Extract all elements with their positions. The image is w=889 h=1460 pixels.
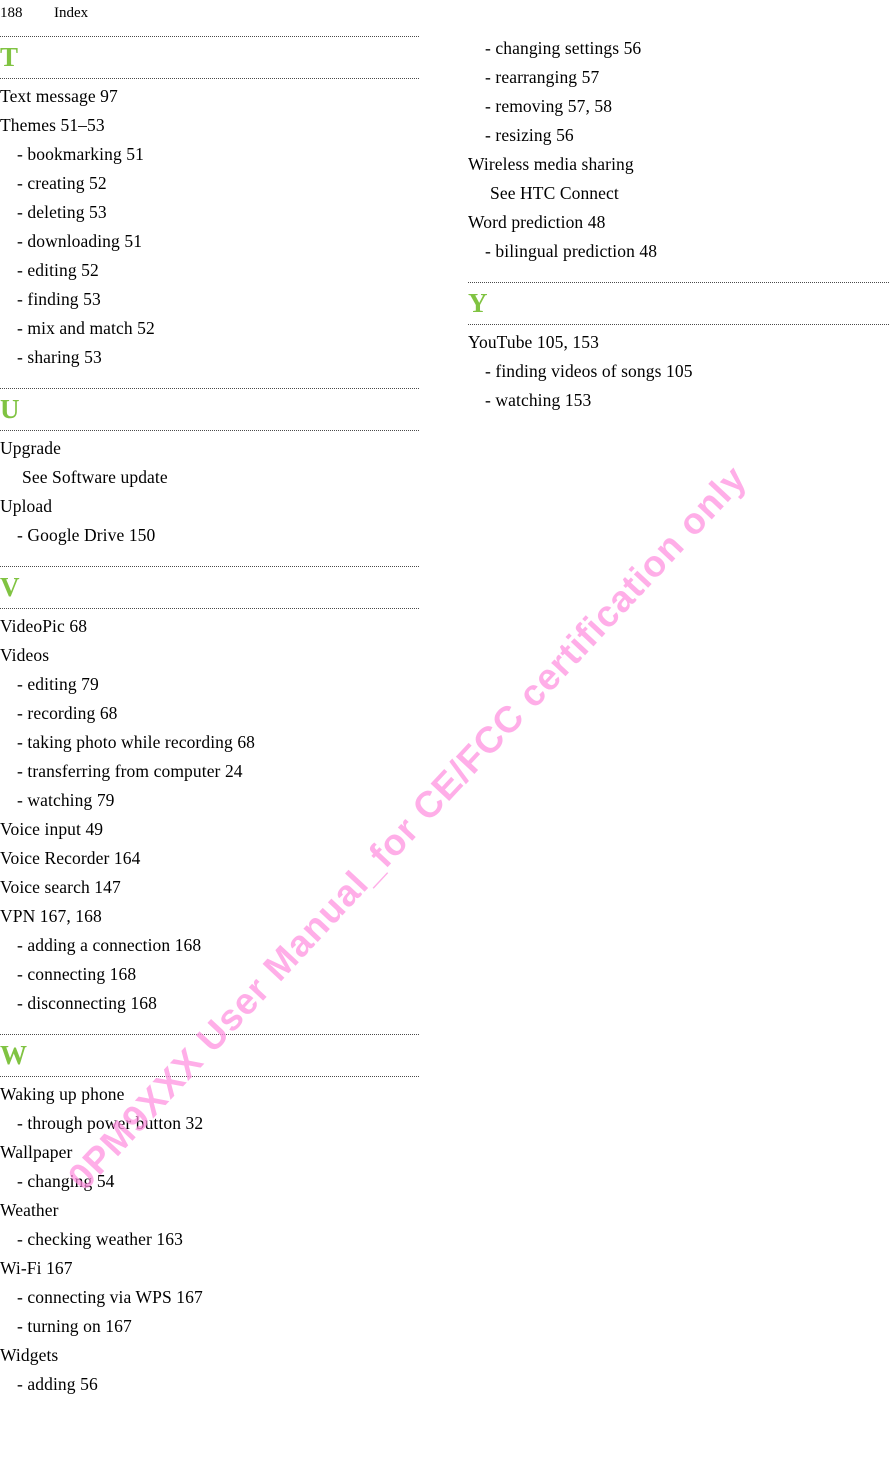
index-subentry: - editing 52 [17,260,99,280]
index-entry-list: - changing settings 56 - rearranging 57 - … [468,34,889,266]
index-entry: YouTube 105, 153 [468,332,599,352]
index-entry: Themes 51–53 [0,115,105,135]
dotted-rule-bottom [468,324,889,325]
index-subentry: - creating 52 [17,173,107,193]
section-letter-header: Y [468,280,889,328]
index-subentry: - Google Drive 150 [17,525,156,545]
index-entry: Waking up phone [0,1084,125,1104]
index-subentry: - downloading 51 [17,231,143,251]
index-subentry: - disconnecting 168 [17,993,157,1013]
index-subentry: - taking photo while recording 68 [17,732,256,752]
index-entry: Upload [0,496,53,516]
index-entry: Word prediction 48 [468,212,606,232]
index-column-left: T Text message 97 Themes 51–53 - bookmarkin… [0,34,419,1399]
section-letter: Y [468,288,488,318]
index-subentry: - adding 56 [17,1374,98,1394]
index-subentry: - rearranging 57 [485,67,600,87]
section-letter: U [0,394,20,424]
index-entry: Upgrade [0,438,61,458]
index-subentry: - deleting 53 [17,202,107,222]
index-entry: Voice input 49 [0,819,104,839]
section-letter-header: T [0,34,419,82]
index-subentry: - adding a connection 168 [17,935,202,955]
index-entry: Weather [0,1200,59,1220]
index-entry: Voice search 147 [0,877,121,897]
index-subentry: - watching 153 [485,390,592,410]
index-entry: Widgets [0,1345,59,1365]
index-section: T Text message 97 Themes 51–53 - bookmarkin… [0,34,419,372]
index-entry: Voice Recorder 164 [0,848,141,868]
index-subentry: - finding 53 [17,289,101,309]
index-entry: Wireless media sharing [468,154,634,174]
index-subentry: - transferring from computer 24 [17,761,243,781]
index-column-right: - changing settings 56 - rearranging 57 - … [468,34,889,415]
index-section: V VideoPic 68 Videos - editing 79 - recordin… [0,550,419,1018]
page-header: 188 Index [0,0,889,26]
index-subentry: - turning on 167 [17,1316,132,1336]
section-letter: W [0,1040,27,1070]
index-entry: Wi-Fi 167 [0,1258,73,1278]
section-letter: V [0,572,20,602]
section-letter-header: U [0,386,419,434]
index-subentry: - finding videos of songs 105 [485,361,693,381]
index-entry-list: Upgrade See Software update Upload - Google… [0,434,419,550]
section-letter-header: W [0,1032,419,1080]
index-see-reference: See Software update [22,467,168,487]
index-section: W Waking up phone - through power button 3… [0,1018,419,1399]
section-letter-header: V [0,564,419,612]
index-entry: VideoPic 68 [0,616,88,636]
page-title: Index [54,5,89,21]
index-subentry: - removing 57, 58 [485,96,613,116]
index-see-reference: See HTC Connect [490,183,619,203]
section-letter: T [0,42,19,72]
dotted-rule-top [0,388,419,389]
index-subentry: - through power button 32 [17,1113,204,1133]
dotted-rule-bottom [0,1076,419,1077]
index-entry-list: VideoPic 68 Videos - editing 79 - recording… [0,612,419,1018]
index-entry-list: Waking up phone - through power button 32… [0,1080,419,1399]
index-subentry: - sharing 53 [17,347,102,367]
index-subentry: - recording 68 [17,703,118,723]
index-section: U Upgrade See Software update Upload - Googl… [0,372,419,550]
index-subentry: - bilingual prediction 48 [485,241,658,261]
index-subentry: - checking weather 163 [17,1229,183,1249]
index-subentry: - connecting 168 [17,964,137,984]
index-section: - changing settings 56 - rearranging 57 - … [468,34,889,266]
index-entry-list: YouTube 105, 153 - finding videos of song… [468,328,889,415]
dotted-rule-bottom [0,78,419,79]
index-entry: VPN 167, 168 [0,906,102,926]
index-section: Y YouTube 105, 153 - finding videos of son… [468,266,889,415]
index-subentry: - connecting via WPS 167 [17,1287,203,1307]
index-subentry: - mix and match 52 [17,318,155,338]
dotted-rule-top [0,1034,419,1035]
index-entry: Videos [0,645,50,665]
dotted-rule-bottom [0,608,419,609]
index-subentry: - editing 79 [17,674,99,694]
index-subentry: - bookmarking 51 [17,144,144,164]
index-subentry: - watching 79 [17,790,115,810]
dotted-rule-bottom [0,430,419,431]
index-entry: Wallpaper [0,1142,73,1162]
page-number: 188 [0,5,23,21]
index-subentry: - resizing 56 [485,125,574,145]
index-entry-list: Text message 97 Themes 51–53 - bookmarking… [0,82,419,372]
index-subentry: - changing settings 56 [485,38,642,58]
dotted-rule-top [468,282,889,283]
index-entry: Text message 97 [0,86,118,106]
dotted-rule-top [0,566,419,567]
index-body: T Text message 97 Themes 51–53 - bookmarkin… [0,34,889,1460]
dotted-rule-top [0,36,419,37]
index-subentry: - changing 54 [17,1171,115,1191]
